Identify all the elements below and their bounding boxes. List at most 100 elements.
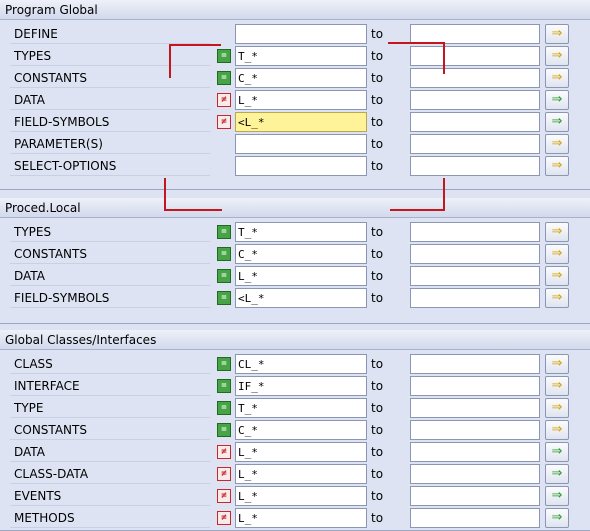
- multiple-selection-button[interactable]: ⇒: [545, 508, 569, 528]
- high-value-input[interactable]: [410, 244, 540, 264]
- to-label: to: [371, 401, 384, 415]
- high-value-input[interactable]: [410, 354, 540, 374]
- selection-row: TYPE = to ⇒: [0, 397, 590, 419]
- high-value-input[interactable]: [410, 508, 540, 528]
- low-value-input[interactable]: [235, 486, 367, 506]
- multiple-selection-button[interactable]: ⇒: [545, 46, 569, 66]
- multiple-selection-button[interactable]: ⇒: [545, 376, 569, 396]
- multiple-selection-button[interactable]: ⇒: [545, 288, 569, 308]
- exclude-option-icon[interactable]: ≠: [217, 489, 231, 503]
- to-label: to: [371, 379, 384, 393]
- include-option-icon[interactable]: =: [217, 291, 231, 305]
- multiple-selection-button[interactable]: ⇒: [545, 464, 569, 484]
- selection-row: INTERFACE = to ⇒: [0, 375, 590, 397]
- low-value-input[interactable]: [235, 222, 367, 242]
- high-value-input[interactable]: [410, 442, 540, 462]
- low-value-input[interactable]: [235, 508, 367, 528]
- low-value-input[interactable]: [235, 134, 367, 154]
- high-value-input[interactable]: [410, 24, 540, 44]
- include-option-icon[interactable]: =: [217, 49, 231, 63]
- to-label: to: [371, 27, 384, 41]
- field-label: SELECT-OPTIONS: [10, 156, 210, 176]
- include-option-icon[interactable]: =: [217, 225, 231, 239]
- selection-row: EVENTS ≠ to ⇒: [0, 485, 590, 507]
- multiple-selection-button[interactable]: ⇒: [545, 354, 569, 374]
- multiple-selection-button[interactable]: ⇒: [545, 134, 569, 154]
- to-label: to: [371, 445, 384, 459]
- low-value-input[interactable]: [235, 112, 367, 132]
- low-value-input[interactable]: [235, 398, 367, 418]
- field-label: DATA: [10, 90, 210, 110]
- low-value-input[interactable]: [235, 354, 367, 374]
- high-value-input[interactable]: [410, 266, 540, 286]
- high-value-input[interactable]: [410, 376, 540, 396]
- exclude-option-icon[interactable]: ≠: [217, 445, 231, 459]
- high-value-input[interactable]: [410, 68, 540, 88]
- exclude-option-icon[interactable]: ≠: [217, 115, 231, 129]
- multiple-selection-button[interactable]: ⇒: [545, 24, 569, 44]
- field-label: DEFINE: [10, 24, 210, 44]
- to-label: to: [371, 247, 384, 261]
- low-value-input[interactable]: [235, 24, 367, 44]
- field-label: TYPES: [10, 222, 210, 242]
- to-label: to: [371, 357, 384, 371]
- include-option-icon[interactable]: =: [217, 401, 231, 415]
- low-value-input[interactable]: [235, 68, 367, 88]
- high-value-input[interactable]: [410, 46, 540, 66]
- selection-row: PARAMETER(S) to ⇒: [0, 133, 590, 155]
- high-value-input[interactable]: [410, 464, 540, 484]
- exclude-option-icon[interactable]: ≠: [217, 93, 231, 107]
- multiple-selection-button[interactable]: ⇒: [545, 266, 569, 286]
- multiple-selection-button[interactable]: ⇒: [545, 398, 569, 418]
- exclude-option-icon[interactable]: ≠: [217, 467, 231, 481]
- high-value-input[interactable]: [410, 112, 540, 132]
- to-label: to: [371, 225, 384, 239]
- to-label: to: [371, 49, 384, 63]
- high-value-input[interactable]: [410, 222, 540, 242]
- low-value-input[interactable]: [235, 288, 367, 308]
- multiple-selection-button[interactable]: ⇒: [545, 90, 569, 110]
- low-value-input[interactable]: [235, 464, 367, 484]
- include-option-icon[interactable]: =: [217, 357, 231, 371]
- multiple-selection-button[interactable]: ⇒: [545, 244, 569, 264]
- low-value-input[interactable]: [235, 90, 367, 110]
- to-label: to: [371, 71, 384, 85]
- high-value-input[interactable]: [410, 156, 540, 176]
- low-value-input[interactable]: [235, 442, 367, 462]
- high-value-input[interactable]: [410, 90, 540, 110]
- selection-row: CONSTANTS = to ⇒: [0, 243, 590, 265]
- multiple-selection-button[interactable]: ⇒: [545, 112, 569, 132]
- include-option-icon[interactable]: =: [217, 423, 231, 437]
- low-value-input[interactable]: [235, 156, 367, 176]
- field-label: METHODS: [10, 508, 210, 528]
- include-option-icon[interactable]: =: [217, 269, 231, 283]
- multiple-selection-button[interactable]: ⇒: [545, 222, 569, 242]
- high-value-input[interactable]: [410, 288, 540, 308]
- multiple-selection-button[interactable]: ⇒: [545, 442, 569, 462]
- field-label: CLASS: [10, 354, 210, 374]
- include-option-icon[interactable]: =: [217, 247, 231, 261]
- low-value-input[interactable]: [235, 46, 367, 66]
- multiple-selection-button[interactable]: ⇒: [545, 156, 569, 176]
- low-value-input[interactable]: [235, 266, 367, 286]
- high-value-input[interactable]: [410, 420, 540, 440]
- multiple-selection-button[interactable]: ⇒: [545, 486, 569, 506]
- to-label: to: [371, 511, 384, 525]
- include-option-icon[interactable]: =: [217, 71, 231, 85]
- high-value-input[interactable]: [410, 486, 540, 506]
- field-label: CONSTANTS: [10, 68, 210, 88]
- high-value-input[interactable]: [410, 398, 540, 418]
- multiple-selection-button[interactable]: ⇒: [545, 68, 569, 88]
- low-value-input[interactable]: [235, 244, 367, 264]
- high-value-input[interactable]: [410, 134, 540, 154]
- selection-row: CLASS-DATA ≠ to ⇒: [0, 463, 590, 485]
- include-option-icon[interactable]: =: [217, 379, 231, 393]
- multiple-selection-button[interactable]: ⇒: [545, 420, 569, 440]
- exclude-option-icon[interactable]: ≠: [217, 511, 231, 525]
- to-label: to: [371, 467, 384, 481]
- to-label: to: [371, 269, 384, 283]
- low-value-input[interactable]: [235, 376, 367, 396]
- low-value-input[interactable]: [235, 420, 367, 440]
- field-label: EVENTS: [10, 486, 210, 506]
- selection-row: CONSTANTS = to ⇒: [0, 419, 590, 441]
